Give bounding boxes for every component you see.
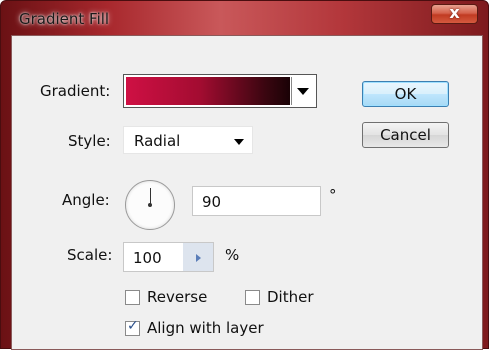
gradient-picker[interactable] <box>123 74 317 108</box>
gradient-fill-dialog: Gradient Fill x Gradient: Style: Radial … <box>0 0 489 350</box>
close-button[interactable]: x <box>431 3 478 24</box>
close-icon: x <box>449 3 460 22</box>
style-value: Radial <box>134 132 181 150</box>
style-label: Style: <box>68 132 111 150</box>
dialog-body: Gradient: Style: Radial Angle: 90 ° Scal… <box>11 35 483 350</box>
cancel-button[interactable]: Cancel <box>362 122 449 148</box>
reverse-checkbox[interactable] <box>125 290 140 305</box>
percent-unit: % <box>225 246 240 264</box>
align-with-layer-label[interactable]: Align with layer <box>147 319 264 337</box>
angle-dial-center <box>148 203 152 207</box>
scale-input[interactable]: 100 <box>123 242 184 272</box>
scale-value: 100 <box>133 249 162 267</box>
gradient-label: Gradient: <box>40 82 111 100</box>
degree-unit: ° <box>329 186 337 204</box>
reverse-label[interactable]: Reverse <box>147 288 207 306</box>
angle-dial[interactable] <box>125 180 175 230</box>
align-with-layer-checkbox[interactable] <box>125 318 140 336</box>
angle-value: 90 <box>202 193 222 211</box>
title-bar[interactable]: Gradient Fill x <box>1 1 488 34</box>
dither-checkbox[interactable] <box>245 290 260 305</box>
scale-label: Scale: <box>67 246 113 264</box>
ok-button[interactable]: OK <box>362 81 449 107</box>
angle-input[interactable]: 90 <box>192 186 321 216</box>
scale-slider-toggle-icon[interactable] <box>183 242 214 272</box>
gradient-dropdown-arrow-icon[interactable] <box>291 77 314 105</box>
dither-label[interactable]: Dither <box>267 288 314 306</box>
dialog-title: Gradient Fill <box>19 10 110 28</box>
style-select[interactable]: Radial <box>123 126 253 154</box>
gradient-swatch[interactable] <box>126 77 290 105</box>
angle-label: Angle: <box>62 191 110 209</box>
chevron-down-icon <box>234 139 244 145</box>
